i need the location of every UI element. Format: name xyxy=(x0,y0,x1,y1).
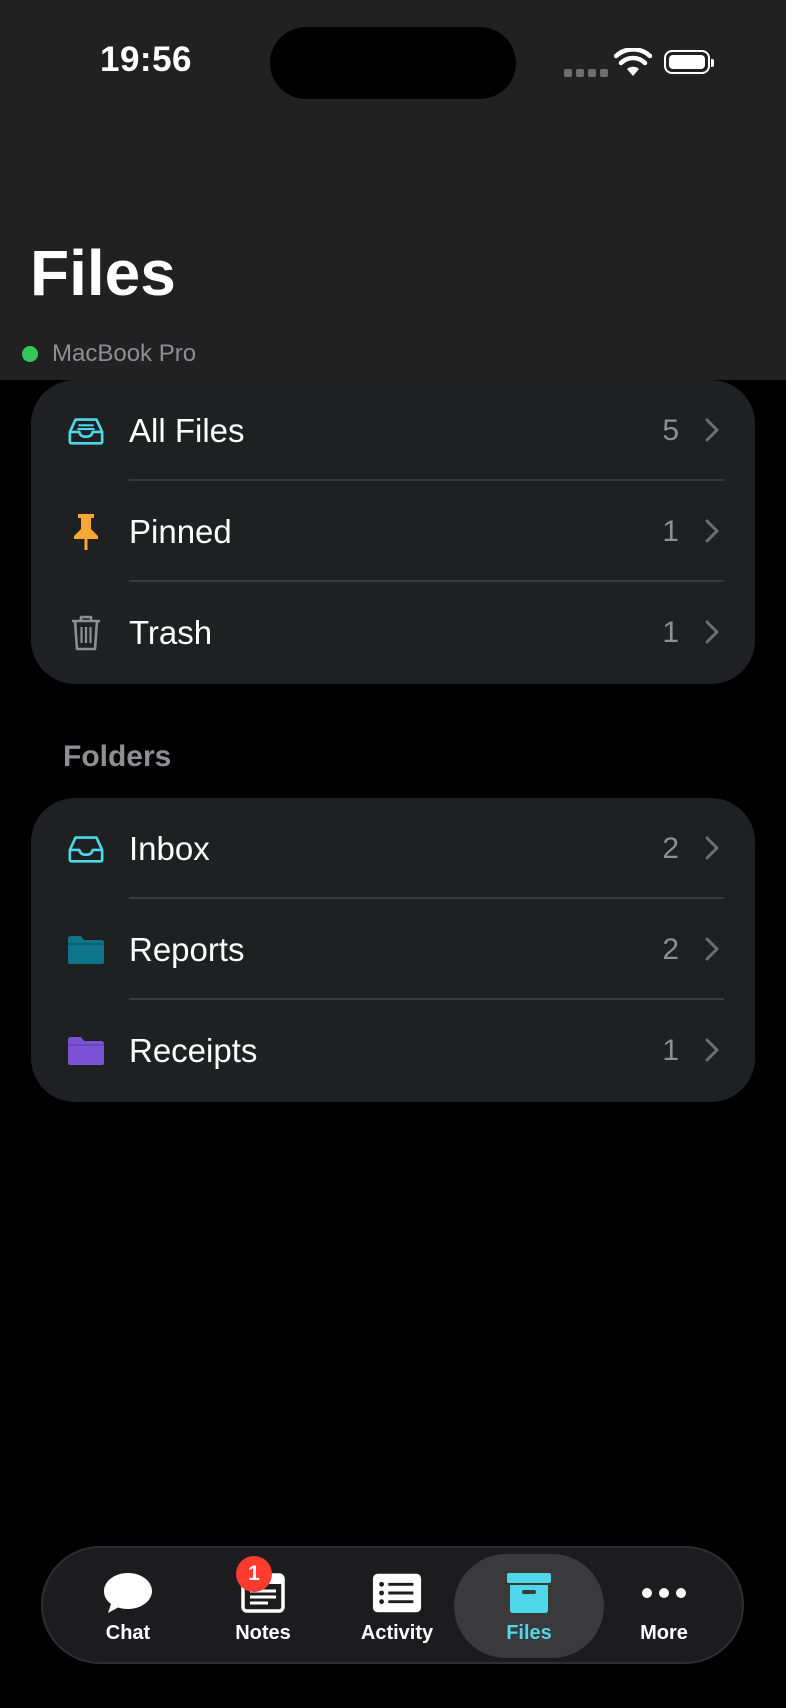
row-label: Pinned xyxy=(129,512,232,550)
wifi-icon xyxy=(614,48,652,76)
tab-label: Chat xyxy=(105,1622,151,1644)
chevron-right-icon xyxy=(705,519,719,543)
row-label: Trash xyxy=(129,613,213,651)
row-count: 1 xyxy=(662,615,679,649)
battery-icon xyxy=(664,50,714,74)
dynamic-island xyxy=(270,27,516,99)
ellipsis-icon xyxy=(638,1570,690,1616)
chevron-right-icon xyxy=(705,1038,719,1062)
row-label: Receipts xyxy=(129,1031,258,1069)
list-item-pinned[interactable]: Pinned 1 xyxy=(31,481,755,582)
archive-box-icon xyxy=(503,1570,555,1616)
trash-icon xyxy=(67,614,105,652)
chevron-right-icon xyxy=(705,836,719,860)
tab-files[interactable]: Files xyxy=(454,1554,604,1658)
page-title: Files xyxy=(30,237,176,309)
list-item-inbox[interactable]: Inbox 2 xyxy=(31,798,755,899)
folder-icon xyxy=(67,1032,105,1070)
tab-chat[interactable]: Chat xyxy=(61,1548,195,1662)
list-item-reports[interactable]: Reports 2 xyxy=(31,899,755,1000)
cellular-signal-icon xyxy=(564,69,608,77)
row-count: 5 xyxy=(662,413,679,447)
device-indicator[interactable]: MacBook Pro xyxy=(22,340,196,368)
folders-list: Inbox 2 Reports 2 Receipts 1 xyxy=(31,798,755,1102)
row-label: Reports xyxy=(129,930,245,968)
row-count: 2 xyxy=(662,831,679,865)
tab-more[interactable]: More xyxy=(597,1548,731,1662)
row-label: All Files xyxy=(129,411,245,449)
navigation-header: 19:56 Files MacBook Pro xyxy=(0,0,786,380)
tab-label: Activity xyxy=(360,1622,434,1644)
tab-activity[interactable]: Activity xyxy=(330,1548,464,1662)
row-count: 1 xyxy=(662,1033,679,1067)
tab-label: Notes xyxy=(235,1622,291,1644)
list-item-trash[interactable]: Trash 1 xyxy=(31,582,755,683)
tab-label: More xyxy=(640,1622,688,1644)
tab-label: Files xyxy=(506,1622,552,1644)
connection-status-dot xyxy=(22,346,38,362)
folder-icon xyxy=(67,931,105,969)
list-item-receipts[interactable]: Receipts 1 xyxy=(31,1000,755,1101)
tab-bar: Chat Notes Activity Files More xyxy=(41,1546,744,1664)
section-header-folders: Folders xyxy=(63,740,172,773)
status-time: 19:56 xyxy=(100,40,193,79)
library-list: All Files 5 Pinned 1 Trash 1 xyxy=(31,380,755,684)
tray-icon xyxy=(67,412,105,450)
list-icon xyxy=(371,1570,423,1616)
list-item-all-files[interactable]: All Files 5 xyxy=(31,380,755,481)
row-count: 1 xyxy=(662,514,679,548)
chevron-right-icon xyxy=(705,620,719,644)
device-name: MacBook Pro xyxy=(52,340,197,367)
tray-icon xyxy=(67,830,105,868)
chat-bubble-icon xyxy=(102,1570,154,1616)
chevron-right-icon xyxy=(705,418,719,442)
row-label: Inbox xyxy=(129,829,210,867)
notes-badge: 1 xyxy=(236,1556,272,1592)
pin-icon xyxy=(67,513,105,551)
row-count: 2 xyxy=(662,932,679,966)
chevron-right-icon xyxy=(705,937,719,961)
